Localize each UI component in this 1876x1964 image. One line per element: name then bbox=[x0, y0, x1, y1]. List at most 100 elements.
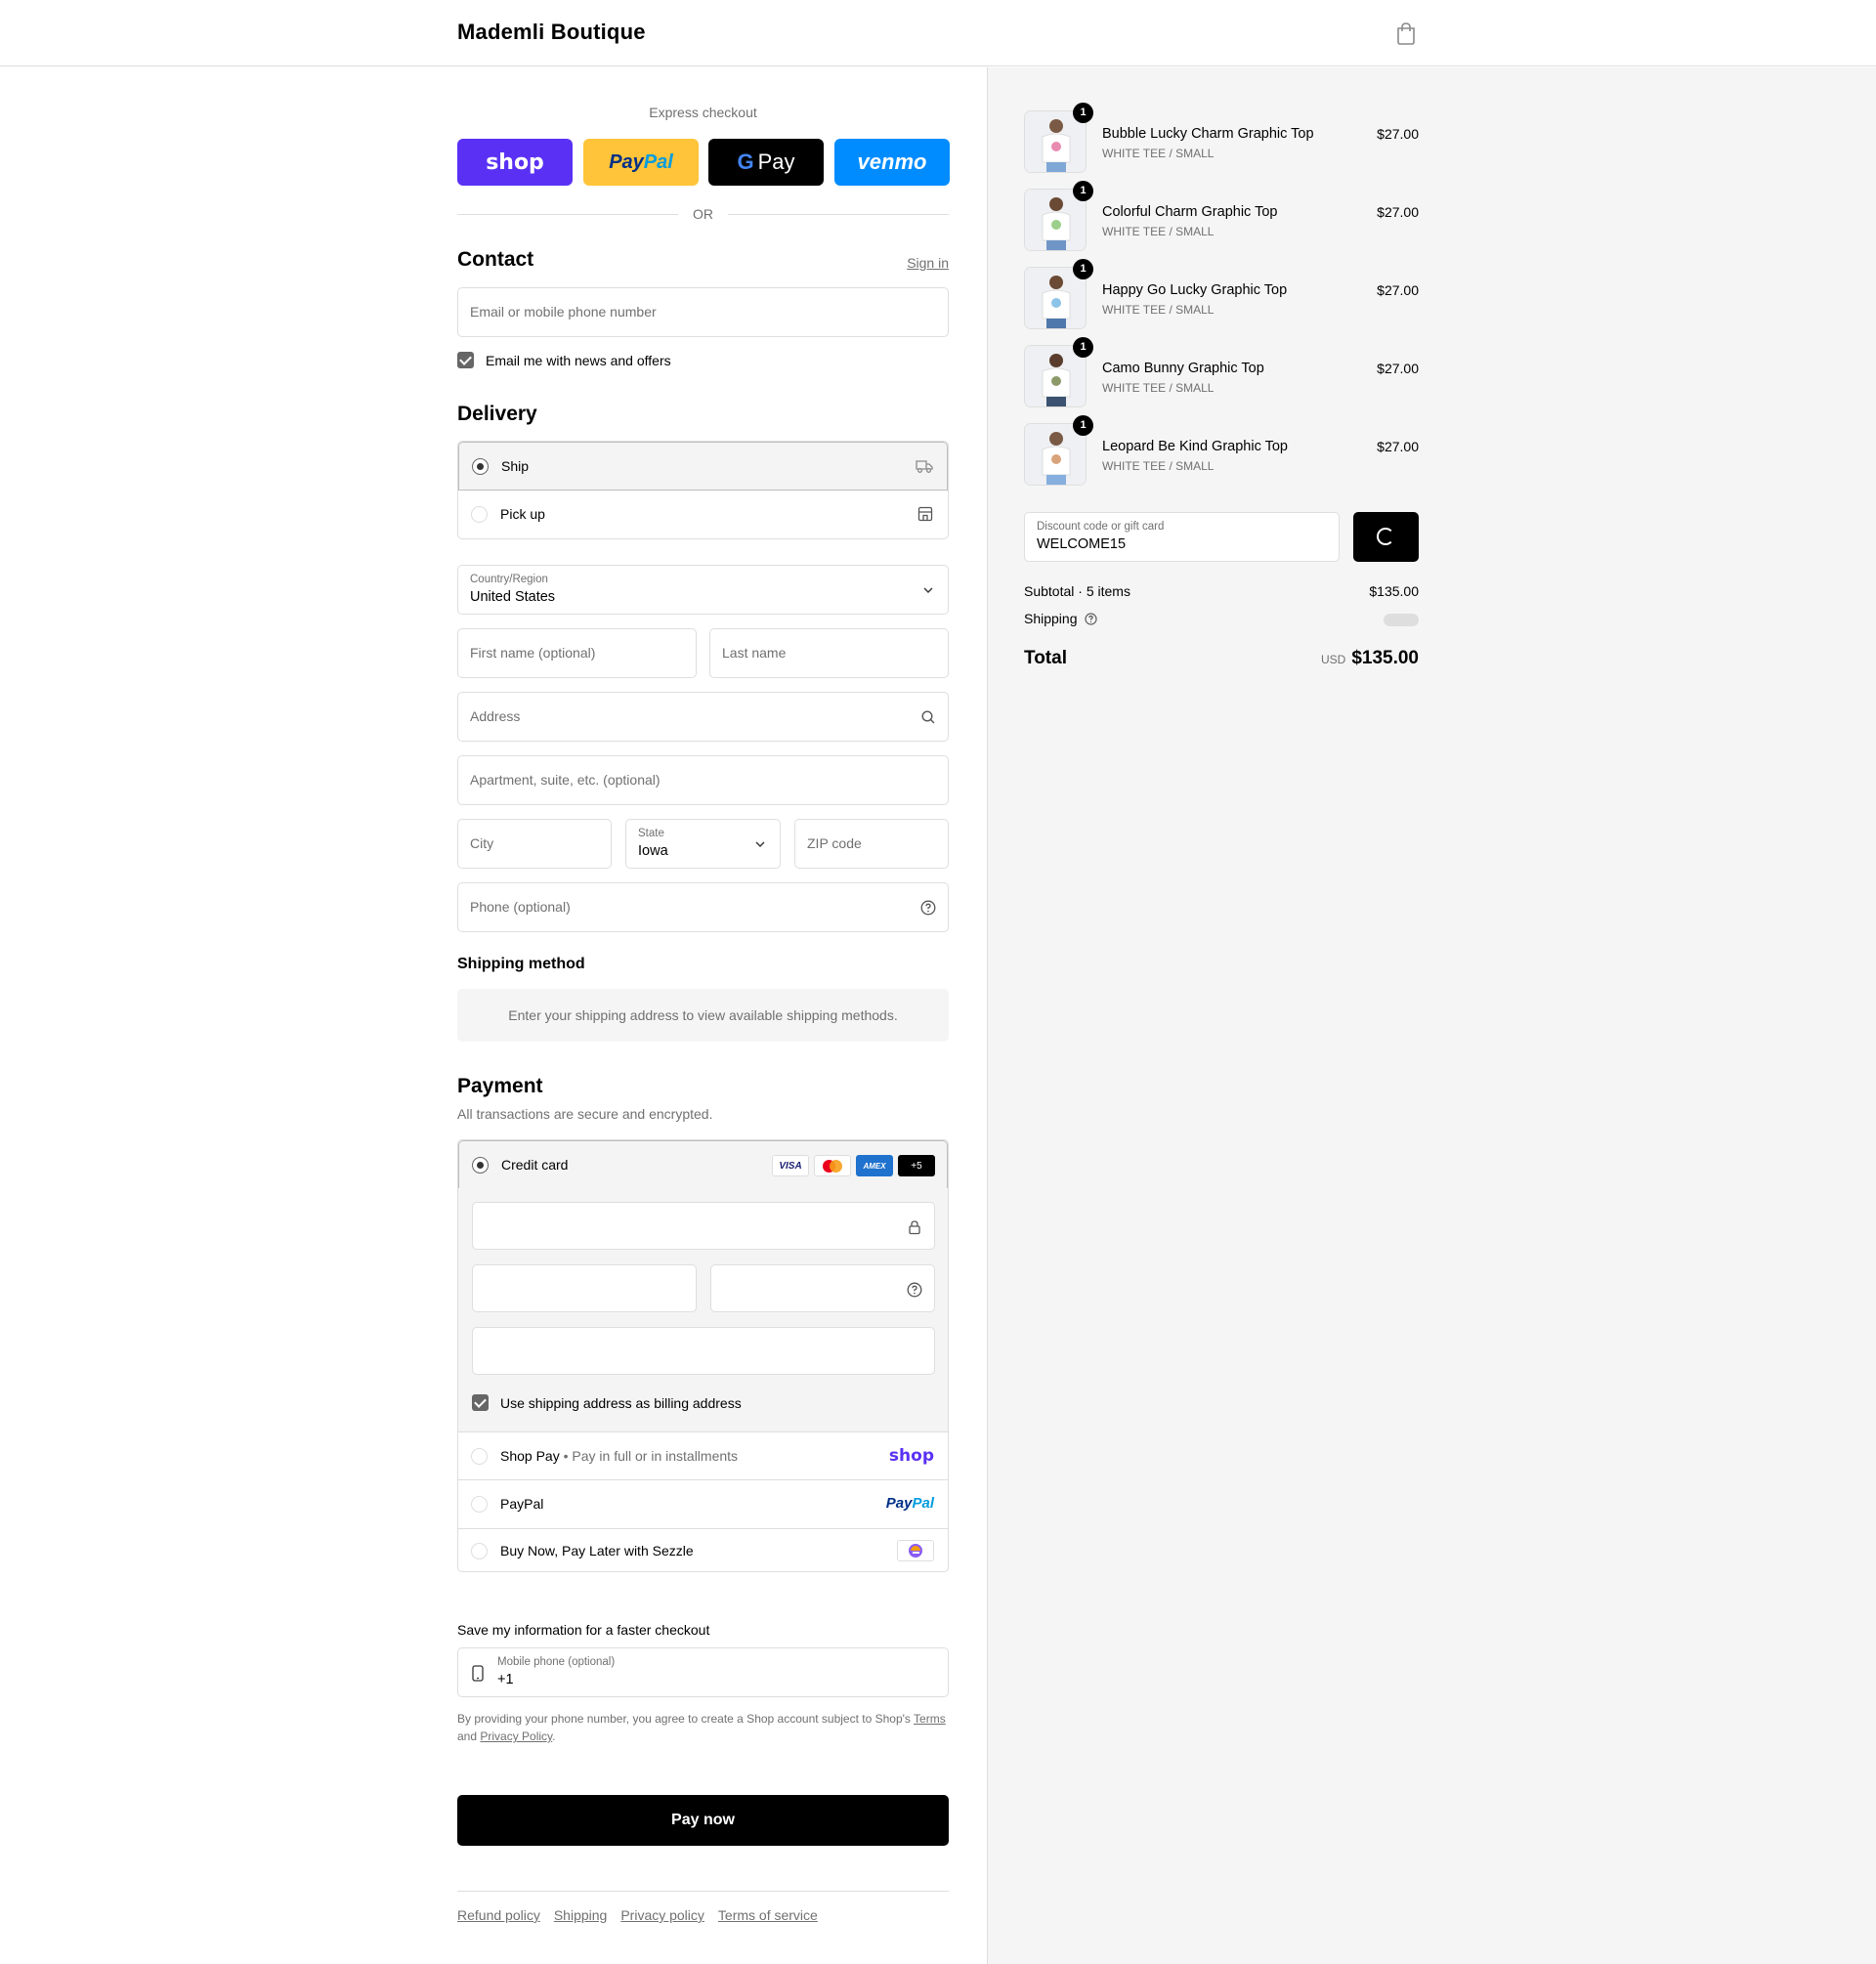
item-price: $27.00 bbox=[1377, 361, 1419, 376]
phone-field[interactable]: Phone (optional) bbox=[457, 882, 949, 932]
ship-radio[interactable] bbox=[472, 458, 489, 475]
state-select[interactable]: State Iowa bbox=[625, 819, 781, 869]
paypal-logo-2: Pal bbox=[912, 1495, 934, 1512]
last-name-field[interactable]: Last name bbox=[709, 628, 949, 678]
paypal-label: PayPal bbox=[500, 1496, 544, 1512]
ship-label: Ship bbox=[501, 458, 530, 474]
pickup-label: Pick up bbox=[500, 506, 545, 522]
sign-in-link[interactable]: Sign in bbox=[907, 255, 949, 271]
chevron-down-icon bbox=[755, 841, 765, 847]
google-pay-button[interactable]: G Pay bbox=[708, 139, 824, 186]
card-expiration-field[interactable] bbox=[472, 1264, 697, 1312]
pickup-radio[interactable] bbox=[471, 506, 488, 523]
save-info-title: Save my information for a faster checkou… bbox=[457, 1622, 710, 1638]
email-field[interactable]: Email or mobile phone number bbox=[457, 287, 949, 337]
zip-field[interactable]: ZIP code bbox=[794, 819, 949, 869]
pay-now-button[interactable]: Pay now bbox=[457, 1795, 949, 1846]
city-placeholder: City bbox=[470, 835, 494, 851]
subtotal-label: Subtotal · 5 items bbox=[1024, 583, 1130, 599]
card-details-panel: Use shipping address as billing address bbox=[457, 1188, 949, 1431]
payment-option-paypal[interactable]: PayPal PayPal bbox=[458, 1480, 948, 1529]
total-row: Total USD $135.00 bbox=[1024, 648, 1419, 675]
item-variant: WHITE TEE / SMALL bbox=[1102, 381, 1215, 395]
last-name-placeholder: Last name bbox=[722, 645, 787, 661]
credit-card-radio[interactable] bbox=[472, 1157, 489, 1174]
item-variant: WHITE TEE / SMALL bbox=[1102, 459, 1215, 473]
venmo-button[interactable]: venmo bbox=[834, 139, 950, 186]
footer-privacy-policy-link[interactable]: Privacy policy bbox=[620, 1907, 704, 1923]
paypal-logo: PayPal bbox=[886, 1495, 934, 1512]
footer-divider bbox=[457, 1891, 949, 1892]
divider-line-right bbox=[728, 214, 949, 215]
country-value: United States bbox=[470, 589, 556, 605]
first-name-placeholder: First name (optional) bbox=[470, 645, 596, 661]
subtotal-row: Subtotal · 5 items $135.00 bbox=[1024, 583, 1419, 599]
help-icon[interactable] bbox=[1085, 613, 1097, 625]
item-name: Leopard Be Kind Graphic Top bbox=[1102, 439, 1288, 454]
footer-terms-link[interactable]: Terms of service bbox=[718, 1907, 818, 1923]
card-number-field[interactable] bbox=[472, 1202, 935, 1250]
legal-and: and bbox=[457, 1729, 478, 1743]
shop-pay-radio[interactable] bbox=[471, 1448, 488, 1465]
shopping-bag-icon[interactable] bbox=[1395, 21, 1417, 45]
payment-option-sezzle[interactable]: Buy Now, Pay Later with Sezzle bbox=[458, 1529, 948, 1573]
total-amount: USD $135.00 bbox=[1321, 648, 1419, 669]
sezzle-mark-icon bbox=[909, 1544, 922, 1558]
name-on-card-field[interactable] bbox=[472, 1327, 935, 1375]
delivery-title: Delivery bbox=[457, 403, 537, 425]
google-pay-label: Pay bbox=[757, 149, 795, 174]
discount-code-label: Discount code or gift card bbox=[1037, 521, 1165, 533]
paypal-radio[interactable] bbox=[471, 1496, 488, 1513]
line-item: 1 Colorful Charm Graphic Top WHITE TEE /… bbox=[1024, 181, 1419, 255]
total-value: $135.00 bbox=[1351, 648, 1419, 668]
discount-code-field[interactable]: Discount code or gift card WELCOME15 bbox=[1024, 512, 1340, 562]
country-label: Country/Region bbox=[470, 574, 548, 585]
state-label: State bbox=[638, 828, 664, 839]
item-name: Bubble Lucky Charm Graphic Top bbox=[1102, 126, 1314, 142]
alt-payment-options: Shop Pay • Pay in full or in installment… bbox=[457, 1431, 949, 1572]
store-brand[interactable]: Mademli Boutique bbox=[457, 20, 646, 45]
payment-option-shop-pay[interactable]: Shop Pay • Pay in full or in installment… bbox=[458, 1432, 948, 1480]
paypal-button[interactable]: Pay Pal bbox=[583, 139, 699, 186]
paypal-wordmark-1: Pay bbox=[609, 150, 644, 173]
address-field[interactable]: Address bbox=[457, 692, 949, 742]
apartment-placeholder: Apartment, suite, etc. (optional) bbox=[470, 772, 661, 788]
discount-code-value: WELCOME15 bbox=[1037, 536, 1127, 552]
footer-shipping-link[interactable]: Shipping bbox=[554, 1907, 608, 1923]
city-field[interactable]: City bbox=[457, 819, 612, 869]
quantity-badge: 1 bbox=[1073, 103, 1093, 123]
apply-discount-button[interactable] bbox=[1353, 512, 1419, 562]
google-g-icon: G bbox=[737, 149, 754, 174]
delivery-option-pickup[interactable]: Pick up bbox=[458, 491, 948, 538]
terms-link[interactable]: Terms bbox=[914, 1712, 946, 1726]
paypal-wordmark-2: Pal bbox=[643, 150, 673, 173]
mobile-phone-icon bbox=[472, 1665, 484, 1682]
shipping-method-note: Enter your shipping address to view avai… bbox=[457, 989, 949, 1042]
help-icon[interactable] bbox=[907, 1282, 922, 1298]
or-divider: OR bbox=[457, 204, 949, 224]
apartment-field[interactable]: Apartment, suite, etc. (optional) bbox=[457, 755, 949, 805]
footer-refund-policy-link[interactable]: Refund policy bbox=[457, 1907, 540, 1923]
legal-period: . bbox=[552, 1729, 556, 1743]
line-item: 1 Camo Bunny Graphic Top WHITE TEE / SMA… bbox=[1024, 337, 1419, 411]
shop-pay-button[interactable]: shop bbox=[457, 139, 573, 186]
country-select[interactable]: Country/Region United States bbox=[457, 565, 949, 615]
billing-same-checkbox[interactable] bbox=[472, 1394, 489, 1411]
delivery-option-ship[interactable]: Ship bbox=[458, 442, 948, 491]
currency-code: USD bbox=[1320, 653, 1346, 666]
item-price: $27.00 bbox=[1377, 204, 1419, 220]
news-checkbox[interactable] bbox=[457, 352, 474, 368]
sezzle-radio[interactable] bbox=[471, 1543, 488, 1559]
phone-placeholder: Phone (optional) bbox=[470, 899, 571, 915]
item-variant: WHITE TEE / SMALL bbox=[1102, 303, 1215, 317]
first-name-field[interactable]: First name (optional) bbox=[457, 628, 697, 678]
privacy-policy-link[interactable]: Privacy Policy bbox=[480, 1729, 552, 1743]
mobile-phone-field[interactable]: Mobile phone (optional) +1 bbox=[457, 1647, 949, 1697]
shop-pay-sublabel: Pay in full or in installments bbox=[572, 1448, 739, 1464]
card-security-code-field[interactable] bbox=[710, 1264, 935, 1312]
help-icon[interactable] bbox=[920, 900, 936, 916]
paypal-logo-1: Pay bbox=[885, 1495, 913, 1512]
address-placeholder: Address bbox=[470, 708, 521, 724]
item-price: $27.00 bbox=[1377, 126, 1419, 142]
payment-option-credit-card[interactable]: Credit card VISA AMEX +5 bbox=[458, 1140, 948, 1189]
